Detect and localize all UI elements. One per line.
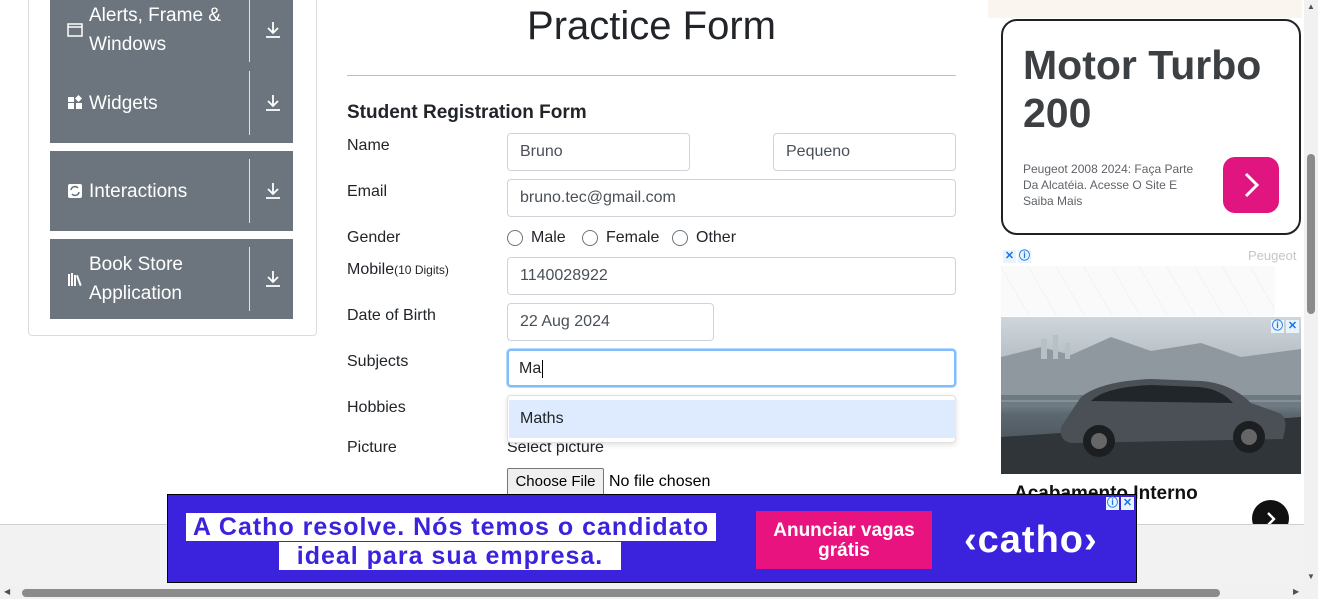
email-input[interactable]: bruno.tec@gmail.com [507, 179, 956, 217]
divider [249, 159, 250, 223]
subjects-label: Subjects [347, 353, 409, 370]
radio-circle[interactable] [672, 230, 688, 246]
download-icon[interactable] [263, 181, 283, 201]
mobile-label: Mobile(10 Digits) [347, 261, 449, 279]
dob-label: Date of Birth [347, 307, 436, 324]
books-icon [68, 273, 82, 287]
scroll-down-arrow-icon[interactable]: ▼ [1307, 572, 1315, 581]
page-title: Practice Form [527, 4, 776, 48]
sidebar-item-label: Alerts, Frame & Windows [89, 5, 221, 55]
catho-logo: ‹catho› [964, 519, 1098, 561]
info-icon[interactable]: ⓘ [1271, 320, 1284, 333]
form-subtitle: Student Registration Form [347, 102, 587, 123]
gender-radio-other[interactable]: Other [672, 229, 736, 247]
sidebar-item-label: Interactions [89, 180, 188, 202]
divider [249, 71, 250, 135]
mobile-label-text: Mobile [347, 261, 395, 278]
ad-headline: Motor Turbo 200 [1023, 42, 1262, 136]
close-icon[interactable]: ✕ [1286, 320, 1299, 333]
banner-text-line-2: ideal para sua empresa. [279, 542, 621, 570]
ad-arrow-button[interactable] [1223, 157, 1279, 213]
gender-label: Gender [347, 229, 401, 246]
vertical-scrollbar[interactable]: ▲ ▼ [1304, 0, 1318, 586]
chevron-right-icon [1244, 172, 1260, 198]
divider [249, 247, 250, 311]
text-caret [542, 359, 544, 378]
hobbies-label: Hobbies [347, 399, 406, 416]
interactions-icon [68, 184, 82, 198]
download-icon[interactable] [263, 20, 283, 40]
widgets-icon [68, 95, 83, 109]
picture-label: Picture [347, 439, 397, 456]
horizontal-scrollbar[interactable]: ◀ ▶ [0, 586, 1318, 599]
title-divider [347, 75, 956, 76]
close-icon[interactable]: ✕ [1121, 497, 1134, 510]
choose-file-button[interactable]: Choose File [507, 468, 604, 496]
download-icon[interactable] [263, 93, 283, 113]
mobile-hint: (10 Digits) [394, 263, 449, 277]
date-of-birth-input[interactable]: 22 Aug 2024 [507, 303, 714, 341]
peugeot-ad-card[interactable]: Motor Turbo 200 Peugeot 2008 2024: Faça … [1001, 19, 1301, 235]
last-name-input[interactable]: Pequeno [773, 133, 956, 171]
subjects-typed-text: Ma [519, 360, 542, 377]
ad-pattern [1001, 266, 1275, 316]
car-ad-image[interactable] [1001, 317, 1301, 474]
banner-text-line-1: A Catho resolve. Nós temos o candidato [186, 513, 716, 541]
banner-cta-button[interactable]: Anunciar vagas grátis [756, 511, 932, 569]
mobile-input[interactable]: 1140028922 [507, 257, 956, 295]
browser-page: Alerts, Frame & Windows Widgets Interact… [0, 0, 1318, 599]
scroll-left-arrow-icon[interactable]: ◀ [4, 587, 10, 596]
ad-strip [988, 0, 1302, 18]
ad-choices[interactable]: ⓘ ✕ [1106, 497, 1134, 510]
sidebar-item-widgets[interactable]: Widgets [50, 63, 293, 143]
scrollbar-thumb[interactable] [22, 589, 1220, 597]
file-status-text: No file chosen [609, 473, 711, 490]
info-icon[interactable]: ⓘ [1018, 250, 1031, 263]
radio-circle[interactable] [582, 230, 598, 246]
gender-radio-male[interactable]: Male [507, 229, 566, 247]
sidebar-item-book-store[interactable]: Book Store Application [50, 239, 293, 319]
sidebar-item-alerts[interactable]: Alerts, Frame & Windows [50, 0, 293, 70]
info-icon[interactable]: ⓘ [1106, 497, 1119, 510]
autocomplete-option[interactable]: Maths [509, 400, 956, 438]
ad-choices[interactable]: ✕ ⓘ [1003, 250, 1031, 263]
sidebar-item-label: Widgets [89, 92, 158, 114]
radio-circle[interactable] [507, 230, 523, 246]
gender-radio-female[interactable]: Female [582, 229, 659, 247]
scroll-right-arrow-icon[interactable]: ▶ [1293, 587, 1299, 596]
radio-label: Male [531, 229, 566, 246]
scrollbar-thumb[interactable] [1307, 154, 1315, 314]
sidebar-item-interactions[interactable]: Interactions [50, 151, 293, 231]
radio-label: Female [606, 229, 660, 246]
ad-choices[interactable]: ⓘ ✕ [1271, 320, 1299, 333]
name-label: Name [347, 137, 390, 154]
subjects-autocomplete-menu: Maths [507, 395, 956, 443]
scroll-up-arrow-icon[interactable]: ▲ [1307, 2, 1315, 11]
catho-banner-ad[interactable]: A Catho resolve. Nós temos o candidato i… [167, 494, 1137, 583]
subjects-input[interactable]: Ma [507, 349, 956, 387]
car-image [1001, 335, 1301, 474]
ad-description: Peugeot 2008 2024: Faça Parte Da Alcatéi… [1023, 162, 1194, 208]
ad-sponsor: Peugeot [1248, 248, 1297, 263]
radio-label: Other [696, 229, 737, 246]
email-label: Email [347, 183, 388, 200]
download-icon[interactable] [263, 269, 283, 289]
sidebar-item-label: Book Store Application [89, 254, 183, 304]
close-icon[interactable]: ✕ [1003, 250, 1016, 263]
first-name-input[interactable]: Bruno [507, 133, 690, 171]
divider [249, 0, 250, 62]
window-icon [67, 23, 83, 37]
